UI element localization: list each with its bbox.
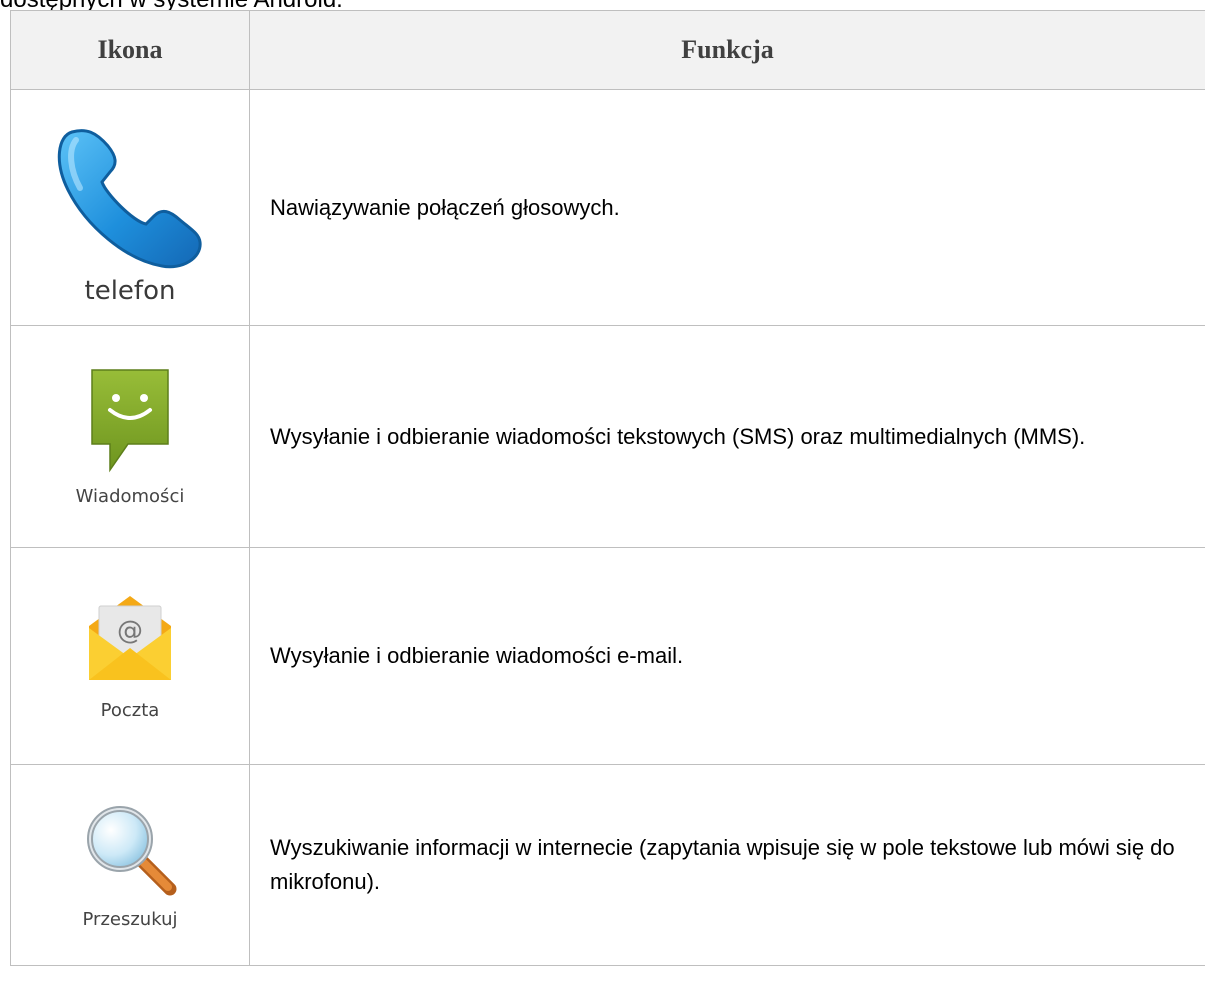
description-cell: Wyszukiwanie informacji w internecie (za…	[249, 764, 1205, 966]
header-icon: Ikona	[10, 10, 250, 90]
table-row: telefon Nawiązywanie połączeń głosowych.	[10, 89, 1205, 326]
app-tile-messages: Wiadomości	[11, 366, 249, 507]
messages-icon	[91, 369, 169, 473]
description-cell: Wysyłanie i odbieranie wiadomości teksto…	[249, 325, 1205, 548]
app-tile-search: Przeszukuj	[11, 801, 249, 930]
mail-icon: @	[89, 595, 171, 680]
icon-cell: Wiadomości	[10, 325, 250, 548]
phone-icon	[57, 128, 202, 268]
search-icon	[87, 805, 177, 895]
table-header-row: Ikona Funkcja	[10, 10, 1205, 90]
app-label: Poczta	[100, 699, 160, 721]
table-row: Przeszukuj Wyszukiwanie informacji w int…	[10, 764, 1205, 966]
header-function: Funkcja	[249, 10, 1205, 90]
app-label: Wiadomości	[75, 486, 185, 507]
app-label: telefon	[84, 275, 176, 306]
table-row: @ Poczta Wysyłanie i odbieranie wiadomoś…	[10, 547, 1205, 765]
svg-text:@: @	[117, 616, 143, 646]
icon-cell: @ Poczta	[10, 547, 250, 765]
table-row: Wiadomości Wysyłanie i odbieranie wiadom…	[10, 325, 1205, 548]
description-cell: Nawiązywanie połączeń głosowych.	[249, 89, 1205, 326]
app-tile-phone: telefon	[11, 110, 249, 306]
android-apps-table: Ikona Funkcja telefon Nawiązywanie połąc…	[10, 10, 1205, 966]
description-cell: Wysyłanie i odbieranie wiadomości e-mail…	[249, 547, 1205, 765]
icon-cell: Przeszukuj	[10, 764, 250, 966]
icon-cell: telefon	[10, 89, 250, 326]
app-label: Przeszukuj	[82, 908, 178, 930]
app-tile-mail: @ Poczta	[11, 592, 249, 721]
